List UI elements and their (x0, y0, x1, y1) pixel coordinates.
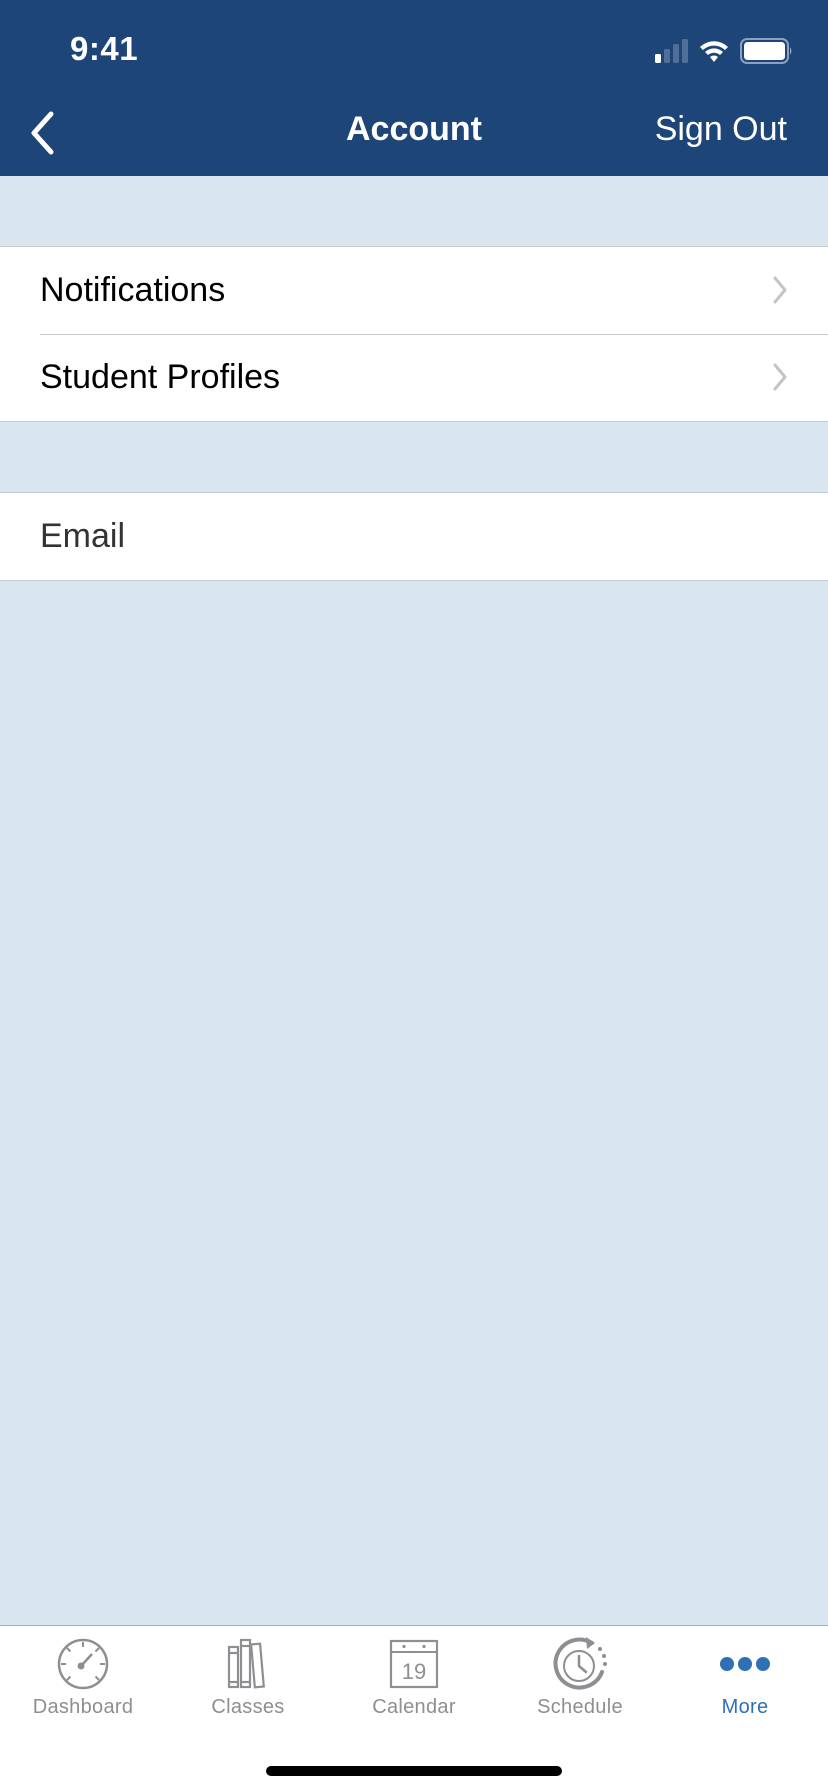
tab-label: Schedule (537, 1696, 623, 1718)
tab-label: Calendar (372, 1696, 456, 1718)
settings-section-2: Email (0, 492, 828, 581)
tab-dashboard[interactable]: Dashboard (0, 1636, 166, 1726)
gauge-icon (57, 1638, 109, 1690)
tab-label: Dashboard (32, 1696, 134, 1718)
tab-label: More (721, 1696, 769, 1718)
sign-out-button[interactable]: Sign Out (655, 110, 787, 149)
chevron-right-icon (773, 363, 787, 391)
books-icon (227, 1638, 266, 1689)
tab-label: Classes (211, 1696, 285, 1718)
list-item-student-profiles[interactable]: Student Profiles (0, 334, 828, 421)
more-dots-icon (720, 1657, 770, 1671)
tab-more[interactable]: More (662, 1636, 828, 1726)
row-label: Email (40, 517, 126, 555)
chevron-right-icon (773, 276, 787, 304)
tab-classes[interactable]: Classes (165, 1636, 331, 1726)
chevron-left-icon (31, 111, 54, 155)
calendar-icon: 19 (389, 1639, 439, 1689)
battery-icon (740, 38, 792, 64)
tab-schedule[interactable]: Schedule (497, 1636, 663, 1726)
list-item-email[interactable]: Email (0, 493, 828, 580)
back-button[interactable] (22, 108, 62, 158)
tab-calendar[interactable]: 19 Calendar (331, 1636, 497, 1726)
page-title: Account (346, 110, 482, 148)
settings-section-1: Notifications Student Profiles (0, 246, 828, 422)
status-time: 9:41 (70, 30, 139, 67)
signal-icon (655, 39, 688, 63)
wifi-icon (700, 41, 728, 62)
list-item-notifications[interactable]: Notifications (0, 247, 828, 334)
home-indicator[interactable] (266, 1766, 562, 1776)
row-label: Notifications (40, 271, 226, 309)
clock-refresh-icon (553, 1637, 607, 1690)
calendar-date: 19 (402, 1659, 426, 1684)
row-label: Student Profiles (40, 358, 281, 396)
header: 9:41 Account Sign Out (0, 0, 828, 176)
status-icons (655, 38, 794, 64)
